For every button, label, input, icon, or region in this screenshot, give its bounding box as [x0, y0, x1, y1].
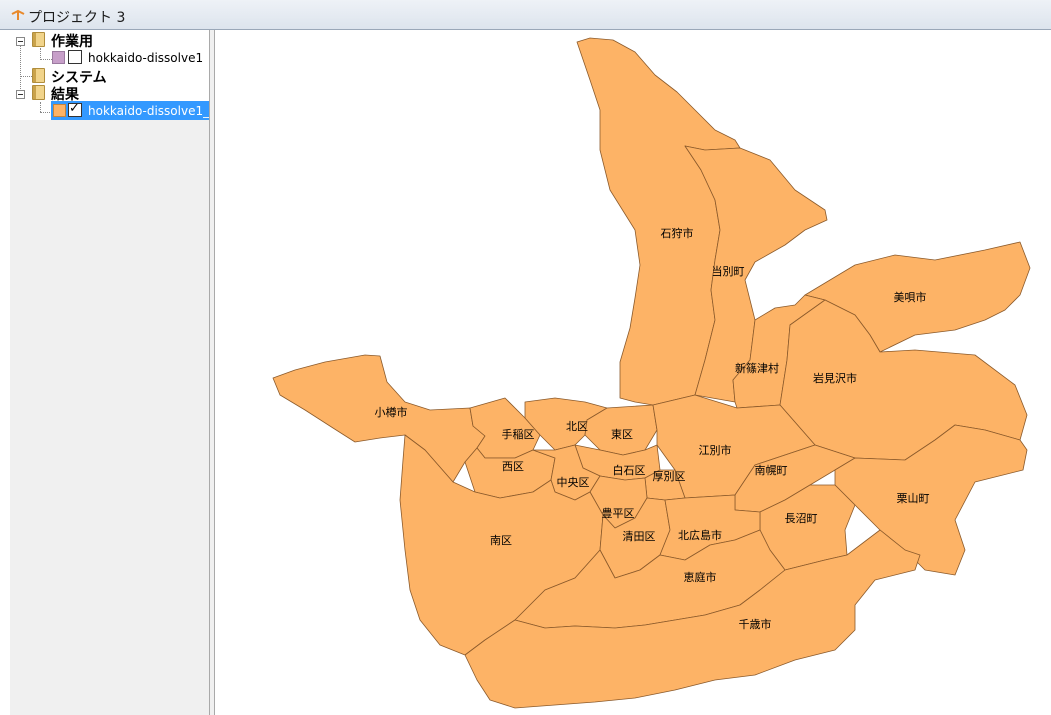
map-label-otaru: 小樽市 [375, 405, 408, 419]
layer-visibility-checkbox[interactable] [68, 50, 82, 64]
map-label-eniwa: 恵庭市 [684, 570, 717, 584]
map-canvas[interactable]: 石狩市 当別町 美唄市 新篠津村 岩見沢市 小樽市 手稲区 北区 東区 江別市 … [215, 30, 1051, 715]
tree-empty-area [10, 120, 209, 715]
map-label-higashi: 東区 [611, 428, 633, 441]
map-label-kitahiroshima: 北広島市 [678, 528, 722, 542]
map-label-tobetsu: 当別町 [712, 264, 745, 278]
window-titlebar: プロジェクト 3 [0, 0, 1051, 30]
layer-tree: 作業用 hokkaido-dissolve1 システム 結果 hokkaido-… [0, 30, 210, 120]
map-label-nanporo: 南幌町 [755, 463, 788, 477]
map-label-teine: 手稲区 [502, 427, 535, 441]
map-label-chuo: 中央区 [557, 476, 590, 489]
collapse-toggle-icon[interactable] [16, 37, 25, 46]
tree-connector [40, 102, 41, 112]
map-label-bibai: 美唄市 [894, 290, 927, 304]
municipality-map[interactable]: 石狩市 当別町 美唄市 新篠津村 岩見沢市 小樽市 手稲区 北区 東区 江別市 … [215, 30, 1051, 715]
project-icon [11, 9, 25, 20]
map-label-kuriyama: 栗山町 [897, 492, 930, 505]
window-title: プロジェクト 3 [28, 10, 126, 26]
tree-connector [20, 76, 32, 77]
map-label-naganuma: 長沼町 [785, 511, 818, 525]
collapse-toggle-icon[interactable] [16, 90, 25, 99]
map-label-nishi: 西区 [502, 460, 524, 473]
folder-icon [32, 85, 45, 100]
folder-icon [32, 68, 45, 83]
map-label-shinshinotsu: 新篠津村 [735, 361, 779, 375]
tree-layer-label-selected[interactable]: hokkaido-dissolve1_s [88, 104, 209, 118]
map-label-ebetsu: 江別市 [699, 443, 732, 457]
layer-color-swatch [53, 104, 66, 117]
map-label-minami: 南区 [490, 534, 512, 547]
map-label-shiroishi: 白石区 [613, 463, 646, 477]
layer-tree-panel: 作業用 hokkaido-dissolve1 システム 結果 hokkaido-… [0, 30, 215, 715]
folder-icon [32, 32, 45, 47]
layer-visibility-checkbox[interactable] [68, 101, 82, 117]
tree-group-label-work[interactable]: 作業用 [51, 31, 93, 51]
map-label-kiyota: 清田区 [623, 530, 656, 543]
tree-layer-label[interactable]: hokkaido-dissolve1 [88, 51, 203, 65]
tree-connector [40, 59, 52, 60]
layer-color-swatch [52, 51, 65, 64]
map-label-ishikari: 石狩市 [661, 226, 694, 240]
map-label-kita: 北区 [566, 420, 588, 433]
map-label-toyohira: 豊平区 [602, 507, 635, 520]
map-label-chitose: 千歳市 [739, 617, 772, 631]
map-label-iwamizawa: 岩見沢市 [813, 371, 857, 385]
map-label-atsubetsu: 厚別区 [653, 470, 686, 483]
